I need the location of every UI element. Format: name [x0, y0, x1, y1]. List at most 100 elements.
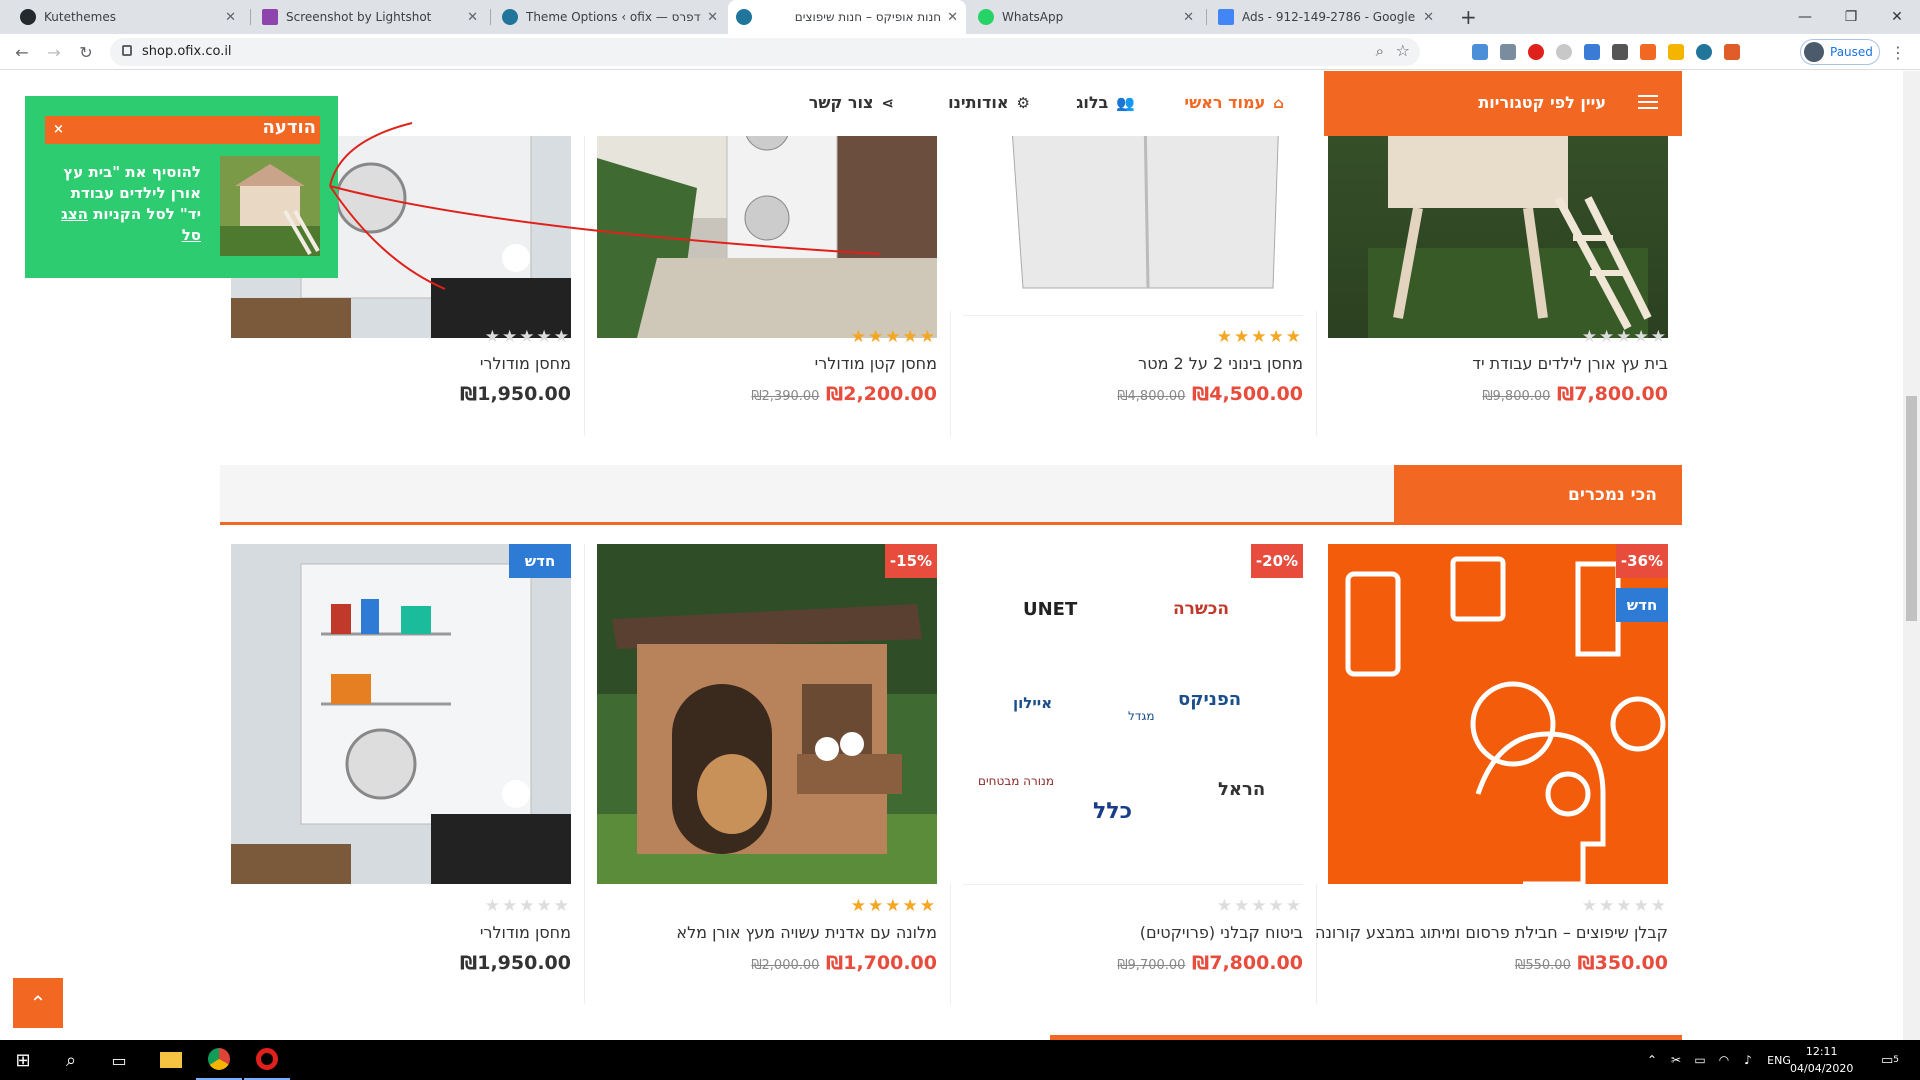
product-image[interactable] — [597, 544, 937, 884]
restore-icon[interactable]: ❐ — [1828, 0, 1874, 34]
sale-price: ₪350.00 — [1577, 952, 1668, 974]
product-title[interactable]: מחסן מודולרי — [231, 354, 571, 373]
extension-icon[interactable] — [1612, 44, 1628, 60]
section-header: הכי נמכרים — [220, 465, 1682, 525]
product-title[interactable]: מחסן בינוני 2 על 2 מטר — [963, 354, 1303, 373]
rating-stars: ★★★★★ — [597, 896, 937, 916]
tab-theme-options[interactable]: Theme Options ‹ ofix — וורדפרס ✕ — [494, 0, 726, 34]
extension-icon[interactable] — [1640, 44, 1656, 60]
star-icon: ★ — [1599, 896, 1617, 916]
lightshot-icon — [262, 9, 278, 25]
extension-icon[interactable] — [1500, 44, 1516, 60]
nav-item-blog[interactable]: בלוג 👥 — [1076, 93, 1135, 112]
address-bar[interactable]: shop.ofix.co.il ⌕ ☆ — [110, 38, 1420, 66]
extension-icon[interactable] — [1584, 44, 1600, 60]
star-icon: ★ — [1616, 896, 1634, 916]
product-image[interactable] — [231, 544, 571, 884]
battery-icon[interactable]: ▭ — [1688, 1040, 1712, 1080]
tab-whatsapp[interactable]: WhatsApp ✕ — [970, 0, 1202, 34]
wordpress-icon[interactable] — [1696, 44, 1712, 60]
whatsapp-icon — [978, 9, 994, 25]
tab-google-ads[interactable]: Ads - 912-149-2786 - Google Ad ✕ — [1210, 0, 1442, 34]
product-image[interactable]: UNET הכשרה הפניקס איילון מגדל הראל מנורה… — [963, 544, 1303, 884]
product-title[interactable]: ביטוח קבלני (פרויקטים) — [963, 923, 1303, 942]
insurer-logo: הראל — [1218, 779, 1266, 800]
categories-button[interactable]: עיין לפי קטגוריות — [1324, 71, 1682, 136]
price: ₪1,950.00 — [460, 383, 571, 405]
back-to-top-button[interactable]: ⌃ — [13, 978, 63, 1028]
profile-button[interactable]: Paused — [1800, 39, 1880, 65]
page-scrollbar[interactable] — [1903, 71, 1920, 1040]
close-tab-icon[interactable]: ✕ — [1423, 10, 1434, 25]
tab-kutethemes[interactable]: Kutethemes ✕ — [12, 0, 244, 34]
sale-badge: -20% — [1251, 544, 1303, 578]
menu-dots-icon[interactable]: ⋮ — [1886, 40, 1910, 64]
star-icon: ★ — [1650, 327, 1668, 347]
sale-price: ₪7,800.00 — [1557, 383, 1668, 405]
file-explorer-icon[interactable] — [148, 1040, 194, 1080]
notifications-icon[interactable]: ▭ 5 — [1870, 1040, 1910, 1080]
forward-icon[interactable]: → — [42, 40, 66, 64]
windows-start-icon[interactable]: ⊞ — [0, 1040, 46, 1080]
product-title[interactable]: קבלן שיפוצים – חבילת פרסום ומיתוג במבצע … — [1315, 923, 1668, 942]
google-ads-icon — [1218, 9, 1234, 25]
product-title[interactable]: מחסן מודולרי — [231, 923, 571, 942]
product-title[interactable]: בית עץ אורן לילדים עבודת יד — [1328, 354, 1668, 373]
github-icon — [20, 9, 36, 25]
volume-icon[interactable]: ♪ — [1736, 1040, 1760, 1080]
product-card[interactable]: חדש — [231, 544, 571, 894]
search-icon[interactable]: ⌕ — [48, 1040, 94, 1080]
browser-toolbar: ← → ↻ shop.ofix.co.il ⌕ ☆ Paused ⋮ — [0, 34, 1920, 70]
product-card[interactable]: -36% חדש — [1328, 544, 1668, 894]
task-view-icon[interactable]: ▭ — [96, 1040, 142, 1080]
tab-title: Theme Options ‹ ofix — וורדפרס — [526, 10, 701, 24]
product-price: ₪9,800.00 ₪7,800.00 — [1328, 383, 1668, 405]
extension-icon[interactable] — [1556, 44, 1572, 60]
back-icon[interactable]: ← — [10, 40, 34, 64]
clock[interactable]: 12:11 04/04/2020 — [1790, 1043, 1853, 1077]
star-icon: ★ — [868, 327, 886, 347]
categories-label: עיין לפי קטגוריות — [1478, 93, 1606, 112]
insurer-logo: כלל — [1093, 799, 1133, 824]
nav-item-about[interactable]: אודותינו ⚙ — [948, 93, 1030, 112]
scrollbar-thumb[interactable] — [1906, 396, 1917, 621]
wordpress-icon — [736, 9, 752, 25]
product-title[interactable]: מלונה עם אדנית עשויה מעץ אורן מלא — [597, 923, 937, 942]
opera-icon[interactable] — [1528, 44, 1544, 60]
close-window-icon[interactable]: ✕ — [1874, 0, 1920, 34]
chrome-icon[interactable] — [196, 1040, 242, 1080]
extension-icon[interactable] — [1668, 44, 1684, 60]
new-tab-button[interactable]: + — [1452, 0, 1482, 34]
close-tab-icon[interactable]: ✕ — [1183, 10, 1194, 25]
tab-lightshot[interactable]: Screenshot by Lightshot ✕ — [254, 0, 486, 34]
extension-icon[interactable] — [1472, 44, 1488, 60]
opera-icon[interactable] — [244, 1040, 290, 1080]
insurer-logo: מגדל — [1128, 709, 1155, 723]
zoom-icon[interactable]: ⌕ — [1376, 42, 1384, 60]
reload-icon[interactable]: ↻ — [74, 40, 98, 64]
tray-icon[interactable]: ✂ — [1664, 1040, 1688, 1080]
close-tab-icon[interactable]: ✕ — [947, 10, 958, 25]
minimize-icon[interactable]: — — [1782, 0, 1828, 34]
product-title[interactable]: מחסן קטן מודולרי — [597, 354, 937, 373]
show-hidden-icons-icon[interactable]: ⌃ — [1640, 1040, 1664, 1080]
extension-icon[interactable] — [1724, 44, 1740, 60]
old-price: ₪2,000.00 — [751, 958, 820, 973]
product-card[interactable]: -15% — [597, 544, 937, 894]
product-card[interactable]: UNET הכשרה הפניקס איילון מגדל הראל מנורה… — [963, 544, 1303, 894]
tab-ofix-shop[interactable]: חנות אופיקס – חנות שיפוצים ✕ — [728, 0, 966, 34]
star-icon: ★ — [885, 896, 903, 916]
rating-stars: ★★★★★ — [963, 896, 1303, 916]
insurer-logo: הכשרה — [1173, 599, 1230, 619]
star-icon: ★ — [519, 327, 537, 347]
product-price: ₪1,950.00 — [231, 383, 571, 405]
close-tab-icon[interactable]: ✕ — [707, 10, 718, 25]
insurer-logo: UNET — [1023, 599, 1078, 620]
nav-item-home[interactable]: עמוד ראשי ⌂ — [1184, 93, 1284, 112]
wifi-icon[interactable]: ◠ — [1712, 1040, 1736, 1080]
close-tab-icon[interactable]: ✕ — [225, 10, 236, 25]
bookmark-star-icon[interactable]: ☆ — [1396, 41, 1410, 60]
close-tab-icon[interactable]: ✕ — [467, 10, 478, 25]
tab-separator — [250, 9, 251, 25]
rating-stars: ★★★★★ — [231, 896, 571, 916]
